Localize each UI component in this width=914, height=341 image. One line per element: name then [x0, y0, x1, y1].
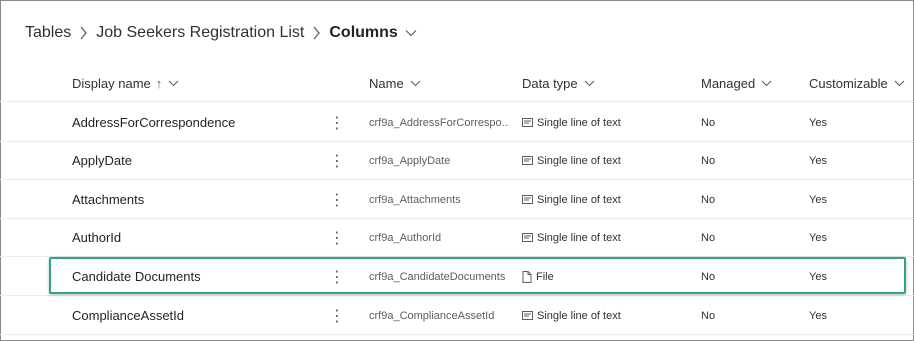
column-customizable: Yes [809, 231, 827, 244]
table-row[interactable]: AuthorId ⋮ crf9a_AuthorId Single line of… [0, 218, 914, 257]
column-display-name[interactable]: AuthorId [72, 218, 121, 257]
column-data-type: Single line of text [522, 141, 621, 180]
table-row[interactable]: Attachments ⋮ crf9a_Attachments Single l… [0, 180, 914, 219]
column-header-label: Data type [522, 75, 578, 91]
text-field-icon [522, 156, 533, 165]
column-logical-name: crf9a_ComplianceAssetId [369, 309, 495, 322]
column-data-type: Single line of text [522, 103, 621, 142]
data-type-label: Single line of text [537, 309, 621, 322]
column-display-name[interactable]: Attachments [72, 180, 144, 219]
more-options-icon[interactable]: ⋮ [329, 296, 345, 335]
column-customizable: Yes [809, 154, 827, 167]
data-type-label: Single line of text [537, 231, 621, 244]
data-type-label: Single line of text [537, 154, 621, 167]
column-header-row: Display name ↑ Name Data type Managed Cu… [0, 64, 914, 102]
breadcrumb-current[interactable]: Columns [329, 24, 397, 42]
chevron-down-icon [168, 80, 179, 87]
table-row[interactable]: ComplianceAssetId ⋮ crf9a_ComplianceAsse… [0, 296, 914, 335]
column-managed: No [701, 154, 716, 167]
column-customizable: Yes [809, 270, 827, 283]
chevron-down-icon [584, 80, 595, 87]
column-managed: No [701, 231, 716, 244]
more-options-icon[interactable]: ⋮ [329, 257, 345, 296]
column-display-name[interactable]: Candidate Documents [72, 257, 201, 296]
table-row[interactable]: Candidate Documents ⋮ crf9a_CandidateDoc… [0, 257, 914, 296]
text-field-icon [522, 195, 533, 204]
column-logical-name: crf9a_ApplyDate [369, 154, 451, 167]
more-options-icon[interactable]: ⋮ [329, 141, 345, 180]
chevron-down-icon [894, 80, 905, 87]
column-data-type: Single line of text [522, 180, 621, 219]
sort-ascending-icon: ↑ [155, 75, 163, 91]
column-logical-name: crf9a_Attachments [369, 193, 461, 206]
table-row[interactable]: AddressForCorrespondence ⋮ crf9a_Address… [0, 103, 914, 142]
column-managed: No [701, 270, 716, 283]
text-field-icon [522, 118, 533, 127]
column-customizable: Yes [809, 116, 827, 129]
column-header-managed[interactable]: Managed [701, 64, 772, 102]
text-field-icon [522, 233, 533, 242]
column-logical-name: crf9a_AddressForCorrespo... [369, 116, 509, 129]
column-header-label: Name [369, 75, 404, 91]
column-managed: No [701, 193, 716, 206]
data-type-label: File [536, 270, 554, 283]
column-display-name[interactable]: ComplianceAssetId [72, 296, 184, 335]
chevron-down-icon [410, 80, 421, 87]
chevron-right-icon [79, 26, 88, 40]
column-header-display-name[interactable]: Display name ↑ [72, 64, 179, 102]
table-row[interactable]: ApplyDate ⋮ crf9a_ApplyDate Single line … [0, 141, 914, 180]
column-header-customizable[interactable]: Customizable [809, 64, 905, 102]
column-managed: No [701, 309, 716, 322]
chevron-down-icon [761, 80, 772, 87]
column-customizable: Yes [809, 193, 827, 206]
column-data-type: Single line of text [522, 218, 621, 257]
chevron-down-icon[interactable] [405, 29, 417, 37]
column-data-type: File [522, 257, 554, 296]
column-display-name[interactable]: ApplyDate [72, 141, 132, 180]
more-options-icon[interactable]: ⋮ [329, 103, 345, 142]
text-field-icon [522, 311, 533, 320]
column-logical-name: crf9a_CandidateDocuments [369, 270, 506, 283]
column-header-label: Customizable [809, 75, 888, 91]
column-managed: No [701, 116, 716, 129]
breadcrumb-table-name[interactable]: Job Seekers Registration List [96, 24, 304, 42]
column-customizable: Yes [809, 309, 827, 322]
data-type-label: Single line of text [537, 116, 621, 129]
file-icon [522, 270, 532, 283]
column-header-label: Display name [72, 75, 151, 91]
column-logical-name: crf9a_AuthorId [369, 231, 442, 244]
more-options-icon[interactable]: ⋮ [329, 180, 345, 219]
column-header-name[interactable]: Name [369, 64, 421, 102]
chevron-right-icon [312, 26, 321, 40]
breadcrumb: Tables Job Seekers Registration List Col… [25, 21, 417, 45]
data-type-label: Single line of text [537, 193, 621, 206]
column-header-data-type[interactable]: Data type [522, 64, 595, 102]
column-header-label: Managed [701, 75, 756, 91]
column-display-name[interactable]: AddressForCorrespondence [72, 103, 235, 142]
breadcrumb-tables[interactable]: Tables [25, 24, 71, 42]
column-data-type: Single line of text [522, 296, 621, 335]
more-options-icon[interactable]: ⋮ [329, 218, 345, 257]
